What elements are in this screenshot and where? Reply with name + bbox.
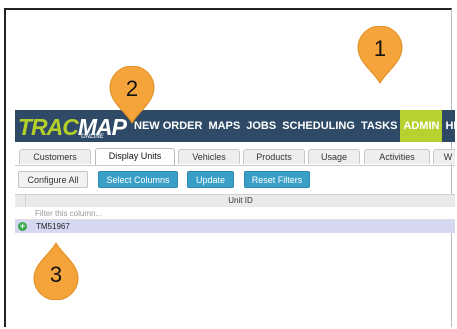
top-navbar: TRACMAP ONLINE NEW ORDER MAPS JOBS SCHED… bbox=[15, 110, 455, 142]
nav-item-jobs[interactable]: JOBS bbox=[243, 110, 279, 142]
tab-display-units[interactable]: Display Units bbox=[95, 148, 175, 165]
nav-item-admin[interactable]: ADMIN bbox=[400, 110, 443, 142]
nav-item-help[interactable]: HELP bbox=[442, 110, 455, 142]
tab-activities[interactable]: Activities bbox=[364, 149, 430, 164]
tab-customers[interactable]: Customers bbox=[19, 149, 91, 164]
update-button[interactable]: Update bbox=[187, 171, 234, 188]
tab-vehicles[interactable]: Vehicles bbox=[178, 149, 240, 164]
tab-overflow[interactable]: W bbox=[433, 149, 455, 164]
column-header-unit-id[interactable]: Unit ID bbox=[25, 195, 455, 207]
grid-toolbar: Configure All Select Columns Update Rese… bbox=[15, 168, 455, 190]
table-row[interactable]: + TM51967 bbox=[15, 220, 455, 233]
nav-menu: NEW ORDER MAPS JOBS SCHEDULING TASKS ADM… bbox=[131, 110, 455, 142]
nav-item-scheduling[interactable]: SCHEDULING bbox=[279, 110, 358, 142]
callout-marker-2: 2 bbox=[109, 66, 155, 124]
reset-filters-button[interactable]: Reset Filters bbox=[244, 171, 310, 188]
configure-all-button[interactable]: Configure All bbox=[18, 171, 88, 188]
tab-products[interactable]: Products bbox=[243, 149, 305, 164]
callout-marker-1: 1 bbox=[357, 26, 403, 84]
callout-number: 1 bbox=[373, 36, 387, 61]
admin-tabs: Customers Display Units Vehicles Product… bbox=[15, 148, 455, 166]
filter-row bbox=[15, 207, 455, 220]
select-columns-button[interactable]: Select Columns bbox=[98, 171, 178, 188]
callout-number: 2 bbox=[125, 76, 139, 101]
nav-item-tasks[interactable]: TASKS bbox=[358, 110, 400, 142]
callout-number: 3 bbox=[49, 262, 63, 287]
tab-usage[interactable]: Usage bbox=[308, 149, 360, 164]
unit-id-filter-input[interactable] bbox=[35, 208, 435, 218]
nav-item-maps[interactable]: MAPS bbox=[205, 110, 243, 142]
grid-header: Unit ID bbox=[15, 194, 455, 208]
callout-marker-3: 3 bbox=[33, 242, 79, 300]
logo-trac-text: TRAC bbox=[18, 114, 79, 140]
unit-id-cell: TM51967 bbox=[36, 222, 70, 231]
expand-plus-icon[interactable]: + bbox=[18, 222, 27, 231]
logo-tagline: ONLINE bbox=[81, 134, 104, 140]
